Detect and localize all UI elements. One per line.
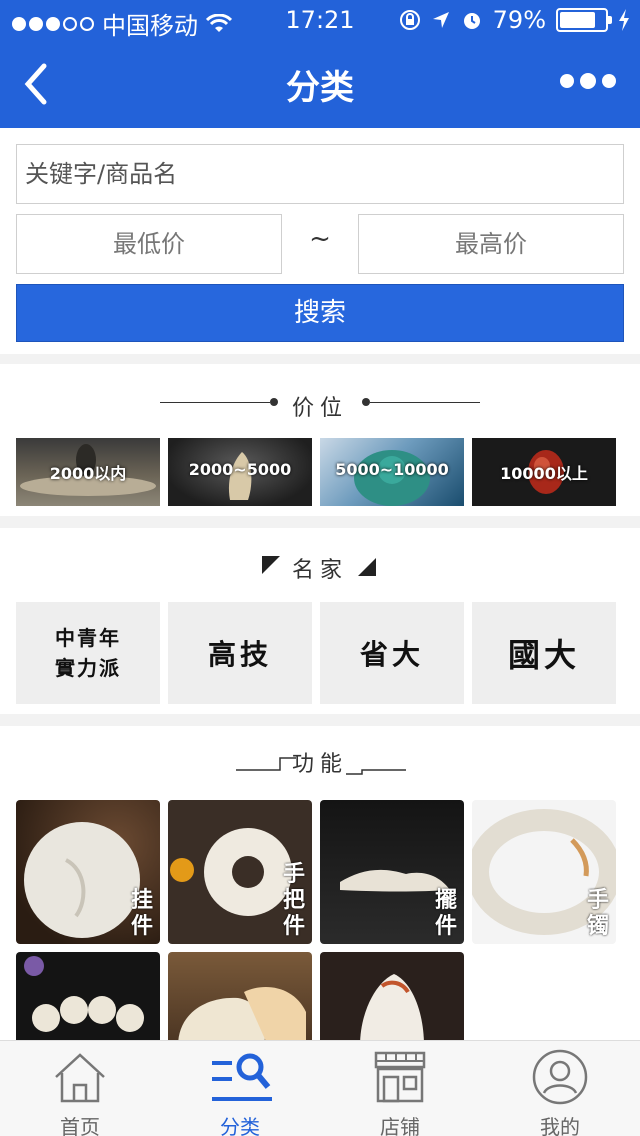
price-tile-label: 5000~10000 [335,460,449,479]
function-section: 功能 挂件 手把件 擺件 手镯 [0,726,640,1046]
top-bar: 中国移动 17:21 79% 分类 [0,0,640,128]
status-bar: 中国移动 17:21 79% [0,0,640,40]
function-tile-bangle[interactable]: 手镯 [472,800,616,944]
category-search-icon [212,1053,272,1101]
function-tile-pendant[interactable]: 挂件 [16,800,160,944]
bead-bracelet-image [24,956,144,1032]
function-tile-pebble[interactable] [168,952,312,1046]
price-tile-over-10000[interactable]: 10000以上 [472,438,616,506]
rotation-lock-icon [399,10,420,30]
master-tile-line: 國大 [507,636,580,674]
home-icon [55,1053,105,1103]
tab-profile[interactable]: 我的 [480,1041,640,1136]
page-title: 分类 [286,68,354,108]
function-tile-tag: 擺件 [434,888,457,939]
corner-mark-icon [358,558,376,576]
price-tile-under-2000[interactable]: 2000以内 [16,438,160,506]
price-tile-label: 2000~5000 [188,460,292,479]
alarm-icon [463,13,480,29]
keyword-input[interactable]: 关键字/商品名 [16,144,624,204]
max-price-input[interactable]: 最高价 [358,214,624,274]
price-heading: 价位 [291,396,348,421]
min-price-input[interactable]: 最低价 [16,214,282,274]
divider [370,402,480,403]
battery-percent: 79% [492,6,546,34]
price-tile-2000-5000[interactable]: 2000~5000 [168,438,312,506]
charging-icon [619,9,629,31]
function-tile-tag: 挂件 [130,888,153,939]
tab-store[interactable]: 店铺 [320,1041,480,1136]
master-tile-provincial-master[interactable]: 省大 [320,602,464,704]
function-tile-tag: 手把件 [282,862,305,939]
master-tile-line: 高技 [207,638,272,671]
function-tile-handpiece[interactable]: 手把件 [168,800,312,944]
price-section: 价位 2000以内 2000~5000 5000~10000 10000以上 [0,364,640,516]
search-panel: 关键字/商品名 最低价 ~ 最高价 搜索 [0,128,640,354]
price-range-separator: ~ [309,224,331,254]
tab-label: 首页 [60,1115,100,1136]
pebble-image [178,986,306,1046]
master-tile-young[interactable]: 中青年 實力派 [16,602,160,704]
function-tile-carving[interactable] [320,952,464,1046]
master-tile-line: 實力派 [55,656,121,680]
carving-image [360,974,424,1046]
tab-label: 分类 [220,1115,260,1136]
tab-bar: 首页 分类 店铺 我的 [0,1040,640,1136]
price-tile-label: 2000以内 [49,464,127,483]
more-icon[interactable] [560,73,616,89]
tab-category[interactable]: 分类 [160,1041,320,1136]
function-tile-bead-bracelet[interactable] [16,952,160,1046]
master-heading: 名家 [291,558,348,583]
price-tile-5000-10000[interactable]: 5000~10000 [320,438,464,506]
price-tile-label: 10000以上 [500,464,588,483]
battery-icon [556,8,612,32]
tab-label: 我的 [540,1115,580,1136]
function-tile-tag: 手镯 [586,888,609,939]
tab-home[interactable]: 首页 [0,1041,160,1136]
master-section: 名家 中青年 實力派 高技 省大 國大 [0,528,640,714]
tab-label: 店铺 [380,1115,420,1136]
location-icon [432,12,449,28]
master-tile-national-master[interactable]: 國大 [472,602,616,704]
user-icon [532,1049,588,1105]
bullet [362,398,370,406]
nav-bar: 分类 [0,40,640,128]
function-heading: 功能 [291,752,348,777]
master-tile-senior-technician[interactable]: 高技 [168,602,312,704]
function-tile-ornament[interactable]: 擺件 [320,800,464,944]
master-tile-line: 省大 [359,638,424,671]
master-tile-line: 中青年 [55,626,121,650]
store-icon [374,1051,426,1103]
search-button[interactable]: 搜索 [16,284,624,342]
